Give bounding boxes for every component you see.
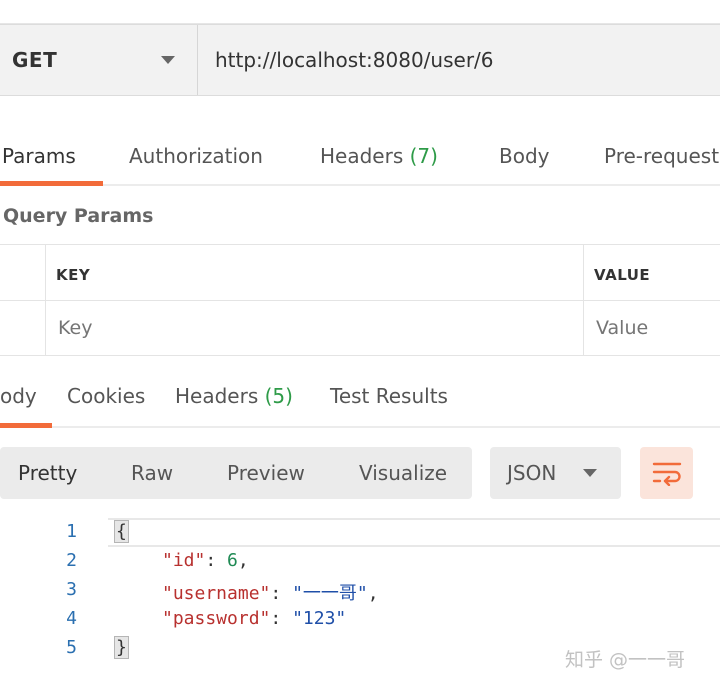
- top-strip: [0, 0, 720, 24]
- json-line: "id": 6,: [162, 550, 249, 571]
- request-bar: GET: [0, 24, 720, 96]
- param-key-input[interactable]: [58, 317, 258, 339]
- tab-response-body[interactable]: ody: [0, 384, 37, 408]
- json-line: "username": "一一哥",: [162, 579, 379, 605]
- json-separator: :: [270, 608, 293, 629]
- column-header-key: KEY: [56, 266, 91, 284]
- wrap-lines-icon: [652, 462, 681, 486]
- tab-headers[interactable]: Headers (7): [320, 144, 438, 168]
- wrap-lines-button[interactable]: [640, 447, 693, 499]
- tab-pre-request[interactable]: Pre-request: [604, 144, 719, 168]
- tab-label: Authorization: [129, 144, 263, 168]
- tab-label: Body: [499, 144, 550, 168]
- tab-response-headers[interactable]: Headers (5): [175, 384, 293, 408]
- format-label: JSON: [507, 461, 557, 485]
- json-close-brace: }: [114, 636, 129, 659]
- active-line-highlight: [108, 518, 720, 547]
- tab-label: Headers: [175, 384, 259, 408]
- tab-label: Pre-request: [604, 144, 720, 168]
- json-comma: ,: [367, 583, 379, 604]
- line-number: 3: [66, 579, 77, 600]
- json-key: "password": [162, 608, 271, 629]
- view-visualize-button[interactable]: Visualize: [359, 461, 447, 485]
- json-number-value: 6: [227, 550, 238, 571]
- param-value-input[interactable]: [596, 317, 716, 339]
- view-preview-button[interactable]: Preview: [227, 461, 305, 485]
- request-tabs: Params Authorization Headers (7) Body Pr…: [0, 112, 720, 186]
- tab-test-results[interactable]: Test Results: [330, 384, 448, 408]
- tab-label: Headers: [320, 144, 404, 168]
- json-open-brace: {: [114, 520, 129, 543]
- format-select[interactable]: JSON: [490, 447, 621, 499]
- view-pretty-button[interactable]: Pretty: [18, 461, 77, 485]
- json-separator: :: [205, 550, 228, 571]
- json-string-value: "一一哥": [292, 583, 368, 604]
- chevron-down-icon: [161, 56, 175, 64]
- tab-count-badge: (5): [264, 384, 293, 408]
- line-number: 4: [66, 608, 77, 629]
- json-key: "username": [162, 583, 271, 604]
- active-tab-indicator: [0, 423, 52, 428]
- json-comma: ,: [237, 550, 249, 571]
- query-params-table: KEY VALUE: [0, 244, 720, 356]
- url-input[interactable]: [198, 25, 720, 95]
- method-label: GET: [12, 48, 58, 72]
- tab-label: ody: [0, 384, 37, 408]
- tab-body[interactable]: Body: [499, 144, 550, 168]
- tab-cookies[interactable]: Cookies: [67, 384, 145, 408]
- tab-count-badge: (7): [409, 144, 438, 168]
- json-separator: :: [270, 583, 293, 604]
- tab-label: Test Results: [330, 384, 448, 408]
- line-number: 2: [66, 550, 77, 571]
- tab-params[interactable]: Params: [2, 144, 76, 168]
- response-code-viewer[interactable]: 1 2 3 4 5 { "id": 6, "username": "一一哥", …: [0, 516, 720, 666]
- watermark: 知乎 @一一哥: [565, 649, 686, 671]
- json-string-value: "123": [292, 608, 347, 629]
- row-divider: [0, 300, 720, 301]
- method-select[interactable]: GET: [0, 25, 198, 95]
- line-number: 5: [66, 637, 77, 658]
- column-header-value: VALUE: [594, 266, 651, 284]
- json-line: "password": "123": [162, 608, 346, 629]
- tab-label: Params: [2, 144, 76, 168]
- chevron-down-icon: [583, 469, 597, 477]
- response-tabs: ody Cookies Headers (5) Test Results: [0, 356, 720, 428]
- json-key: "id": [162, 550, 206, 571]
- view-raw-button[interactable]: Raw: [131, 461, 173, 485]
- line-number: 1: [66, 521, 77, 542]
- active-tab-indicator: [0, 181, 103, 186]
- tab-authorization[interactable]: Authorization: [129, 144, 263, 168]
- view-mode-group: Pretty Raw Preview Visualize: [0, 447, 472, 499]
- tab-label: Cookies: [67, 384, 146, 408]
- query-params-title: Query Params: [3, 205, 154, 227]
